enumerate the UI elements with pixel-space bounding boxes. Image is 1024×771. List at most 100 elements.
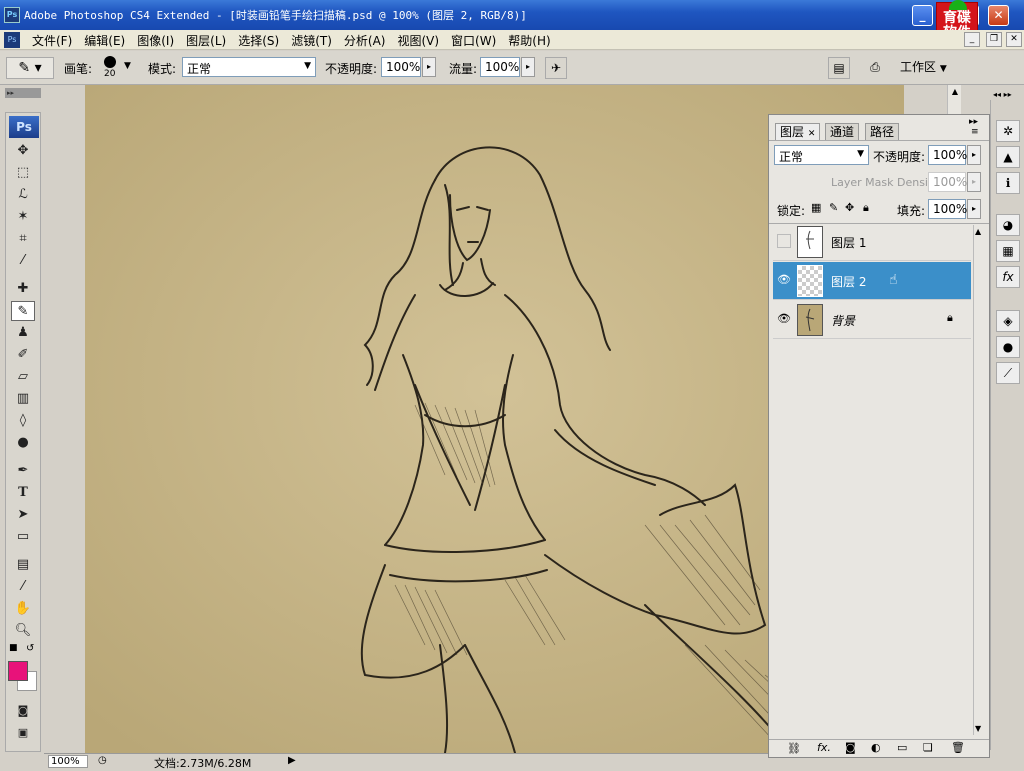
eyedropper-tool-icon[interactable]: ⁄ bbox=[11, 251, 35, 271]
crop-tool-icon[interactable]: ⌗ bbox=[11, 229, 35, 249]
toolbox-header[interactable]: ▸▸ bbox=[5, 88, 41, 98]
type-tool-icon[interactable]: T bbox=[11, 483, 35, 503]
fill-input[interactable]: 100% bbox=[928, 199, 967, 219]
minimize-button[interactable]: _ bbox=[912, 5, 933, 26]
color-icon[interactable]: ◕ bbox=[996, 214, 1020, 236]
hand-tool-icon[interactable]: ✋ bbox=[11, 599, 35, 619]
trash-icon[interactable]: 🗑︎ bbox=[951, 741, 965, 754]
menu-window[interactable]: 窗口(W) bbox=[445, 32, 502, 49]
status-menu-icon[interactable]: ◷ bbox=[98, 755, 107, 766]
dodge-tool-icon[interactable]: ● bbox=[11, 433, 35, 453]
tab-channels[interactable]: 通道 bbox=[825, 123, 860, 140]
tool-preset-picker[interactable]: ✎ ▾ bbox=[6, 57, 54, 79]
menu-view[interactable]: 视图(V) bbox=[391, 32, 445, 49]
blur-tool-icon[interactable]: ◊ bbox=[11, 411, 35, 431]
zoom-tool-icon[interactable]: 🔍︎ bbox=[11, 621, 35, 641]
layer-name[interactable]: 图层 2 bbox=[831, 273, 866, 290]
move-tool-icon[interactable]: ✥ bbox=[11, 141, 35, 161]
workspace-menu[interactable]: 工作区 ▼ bbox=[900, 57, 960, 79]
status-arrow-button[interactable]: ▶ bbox=[288, 755, 296, 766]
menu-analysis[interactable]: 分析(A) bbox=[338, 32, 392, 49]
layer-row-1[interactable]: 图层 1 bbox=[773, 223, 971, 261]
layer-opacity-input[interactable]: 100% bbox=[928, 145, 967, 165]
info-icon[interactable]: ℹ bbox=[996, 172, 1020, 194]
tab-layers[interactable]: 图层 ✕ bbox=[775, 123, 821, 140]
eyedropper2-tool-icon[interactable]: ⁄ bbox=[11, 577, 35, 597]
foreground-color-swatch[interactable] bbox=[8, 661, 28, 681]
zoom-input[interactable]: 100% bbox=[48, 755, 88, 768]
navigator-icon[interactable]: ✲ bbox=[996, 120, 1020, 142]
menu-select[interactable]: 选择(S) bbox=[232, 32, 285, 49]
panel-menu-icon[interactable]: ≡ bbox=[971, 127, 979, 137]
close-icon[interactable]: ✕ bbox=[808, 129, 816, 139]
healing-tool-icon[interactable]: ✚ bbox=[11, 279, 35, 299]
quick-mask-icon[interactable]: ◙ bbox=[11, 701, 35, 721]
notes-tool-icon[interactable]: ▤ bbox=[11, 555, 35, 575]
layer-row-2[interactable]: 👁︎ 图层 2 ☝ bbox=[773, 262, 971, 300]
layers-icon[interactable]: ◈ bbox=[996, 310, 1020, 332]
channels-icon[interactable]: ● bbox=[996, 336, 1020, 358]
lasso-tool-icon[interactable]: ℒ bbox=[11, 185, 35, 205]
clone-stamp-tool-icon[interactable]: ♟ bbox=[11, 323, 35, 343]
mode-select[interactable]: 正常 ▼ bbox=[182, 57, 316, 77]
layers-scrollbar[interactable]: ▲ ▼ bbox=[973, 225, 987, 735]
menu-image[interactable]: 图像(I) bbox=[131, 32, 180, 49]
eye-icon[interactable]: 👁︎ bbox=[777, 273, 791, 287]
path-selection-tool-icon[interactable]: ➤ bbox=[11, 505, 35, 525]
layer-row-background[interactable]: 👁︎ 背景 🔒︎ bbox=[773, 301, 971, 339]
swatches-icon[interactable]: ▦ bbox=[996, 240, 1020, 262]
brush-picker[interactable]: 20 ▼ bbox=[100, 55, 134, 81]
default-colors-icon[interactable]: ■ bbox=[9, 643, 18, 653]
marquee-tool-icon[interactable]: ⬚ bbox=[11, 163, 35, 183]
adjustment-layer-icon[interactable]: ◐ bbox=[871, 741, 881, 754]
new-layer-icon[interactable]: ❏ bbox=[923, 741, 933, 754]
layer-opacity-slider-button[interactable]: ▸ bbox=[967, 145, 981, 165]
magic-wand-tool-icon[interactable]: ✶ bbox=[11, 207, 35, 227]
brush-tool-icon[interactable]: ✎ bbox=[11, 301, 35, 321]
device-central-button[interactable]: ⎙ bbox=[862, 57, 888, 79]
opacity-input[interactable]: 100% bbox=[381, 57, 421, 77]
airbrush-button[interactable]: ✈ bbox=[545, 57, 567, 79]
scroll-down-arrow-icon[interactable]: ▼ bbox=[975, 724, 981, 733]
layer-name[interactable]: 背景 bbox=[831, 312, 855, 329]
menu-help[interactable]: 帮助(H) bbox=[502, 32, 556, 49]
lock-paint-icon[interactable]: ✎ bbox=[829, 201, 838, 214]
menu-file[interactable]: 文件(F) bbox=[26, 32, 78, 49]
gradient-tool-icon[interactable]: ▥ bbox=[11, 389, 35, 409]
lock-transparent-icon[interactable]: ▦ bbox=[811, 201, 821, 214]
shape-tool-icon[interactable]: ▭ bbox=[11, 527, 35, 547]
fill-slider-button[interactable]: ▸ bbox=[967, 199, 981, 219]
doc-minimize-button[interactable]: _ bbox=[964, 32, 980, 47]
link-layers-icon[interactable]: ⛓ bbox=[787, 742, 801, 755]
history-brush-tool-icon[interactable]: ✐ bbox=[11, 345, 35, 365]
eraser-tool-icon[interactable]: ▱ bbox=[11, 367, 35, 387]
menu-filter[interactable]: 滤镜(T) bbox=[285, 32, 338, 49]
histogram-icon[interactable]: ▲ bbox=[996, 146, 1020, 168]
layer-name[interactable]: 图层 1 bbox=[831, 234, 866, 251]
eye-icon[interactable]: 👁︎ bbox=[777, 312, 791, 326]
menu-edit[interactable]: 编辑(E) bbox=[78, 32, 131, 49]
panel-collapse-icon[interactable]: ▸▸ bbox=[969, 117, 978, 127]
flow-input[interactable]: 100% bbox=[480, 57, 520, 77]
paths-icon[interactable]: ⟋ bbox=[996, 362, 1020, 384]
menu-layer[interactable]: 图层(L) bbox=[180, 32, 232, 49]
close-button[interactable]: ✕ bbox=[988, 5, 1009, 26]
screen-mode-icon[interactable]: ▣ bbox=[11, 723, 35, 743]
blend-mode-select[interactable]: 正常 ▼ bbox=[774, 145, 869, 165]
dock-collapse-icon[interactable]: ◂◂ ▸▸ bbox=[993, 90, 1012, 99]
swap-colors-icon[interactable]: ↺ bbox=[26, 643, 34, 654]
scroll-up-arrow-icon[interactable]: ▲ bbox=[949, 87, 961, 101]
lock-all-icon[interactable]: 🔒︎ bbox=[863, 201, 869, 215]
lock-position-icon[interactable]: ✥ bbox=[845, 201, 854, 214]
fx-icon[interactable]: fx. bbox=[817, 741, 831, 754]
document-icon[interactable]: Ps bbox=[4, 32, 20, 48]
scroll-up-arrow-icon[interactable]: ▲ bbox=[975, 227, 981, 236]
visibility-toggle[interactable] bbox=[777, 234, 791, 248]
pen-tool-icon[interactable]: ✒ bbox=[11, 461, 35, 481]
add-mask-icon[interactable]: ◙ bbox=[845, 741, 856, 754]
flow-slider-button[interactable]: ▸ bbox=[521, 57, 535, 77]
opacity-slider-button[interactable]: ▸ bbox=[422, 57, 436, 77]
palette-well-button[interactable]: ▤ bbox=[828, 57, 850, 79]
styles-icon[interactable]: fx bbox=[996, 266, 1020, 288]
doc-close-button[interactable]: ✕ bbox=[1006, 32, 1022, 47]
